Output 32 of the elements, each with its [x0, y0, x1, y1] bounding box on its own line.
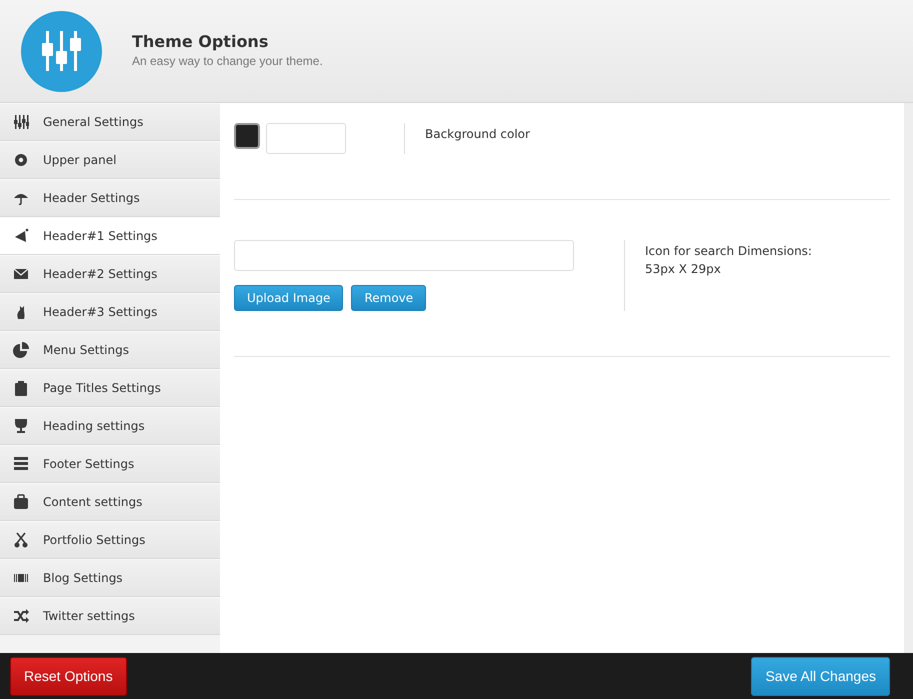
sidebar-item[interactable]: Page Titles Settings: [0, 369, 220, 407]
envelope-icon: [13, 266, 29, 282]
trophy-icon: [13, 418, 29, 434]
sidebar-item[interactable]: Portfolio Settings: [0, 521, 220, 559]
sidebar-item[interactable]: Header#3 Settings: [0, 293, 220, 331]
sliders-icon: [13, 114, 29, 130]
color-swatch[interactable]: [234, 123, 260, 149]
scissors-icon: [13, 532, 29, 548]
image-url-field[interactable]: [234, 240, 574, 271]
sidebar-item[interactable]: Heading settings: [0, 407, 220, 445]
sidebar-item[interactable]: Header#2 Settings: [0, 255, 220, 293]
sidebar-item[interactable]: Content settings: [0, 483, 220, 521]
pie-chart-icon: [13, 342, 29, 358]
sidebar-item[interactable]: Header Settings: [0, 179, 220, 217]
page-subtitle: An easy way to change your theme.: [132, 52, 323, 70]
sidebar-item[interactable]: Blog Settings: [0, 559, 220, 597]
shuffle-icon: [13, 608, 29, 624]
page-title: Theme Options: [132, 32, 270, 52]
sidebar-item[interactable]: Header#1 Settings: [0, 217, 220, 255]
server-icon: [13, 456, 29, 472]
option-description: Background color: [404, 123, 644, 154]
color-field[interactable]: [266, 123, 346, 154]
reset-options-button[interactable]: Reset Options: [10, 656, 127, 696]
sidebar-item[interactable]: Footer Settings: [0, 445, 220, 483]
sidebar-item[interactable]: Upper panel: [0, 141, 220, 179]
sidebar-item[interactable]: Twitter settings: [0, 597, 220, 635]
clipboard-icon: [13, 380, 29, 396]
option-description: Icon for search Dimensions: 53px X 29px: [624, 240, 864, 311]
gear-icon: [13, 152, 29, 168]
sidebar-item[interactable]: General Settings: [0, 103, 220, 141]
briefcase-icon: [13, 494, 29, 510]
sidebar-item[interactable]: Menu Settings: [0, 331, 220, 369]
